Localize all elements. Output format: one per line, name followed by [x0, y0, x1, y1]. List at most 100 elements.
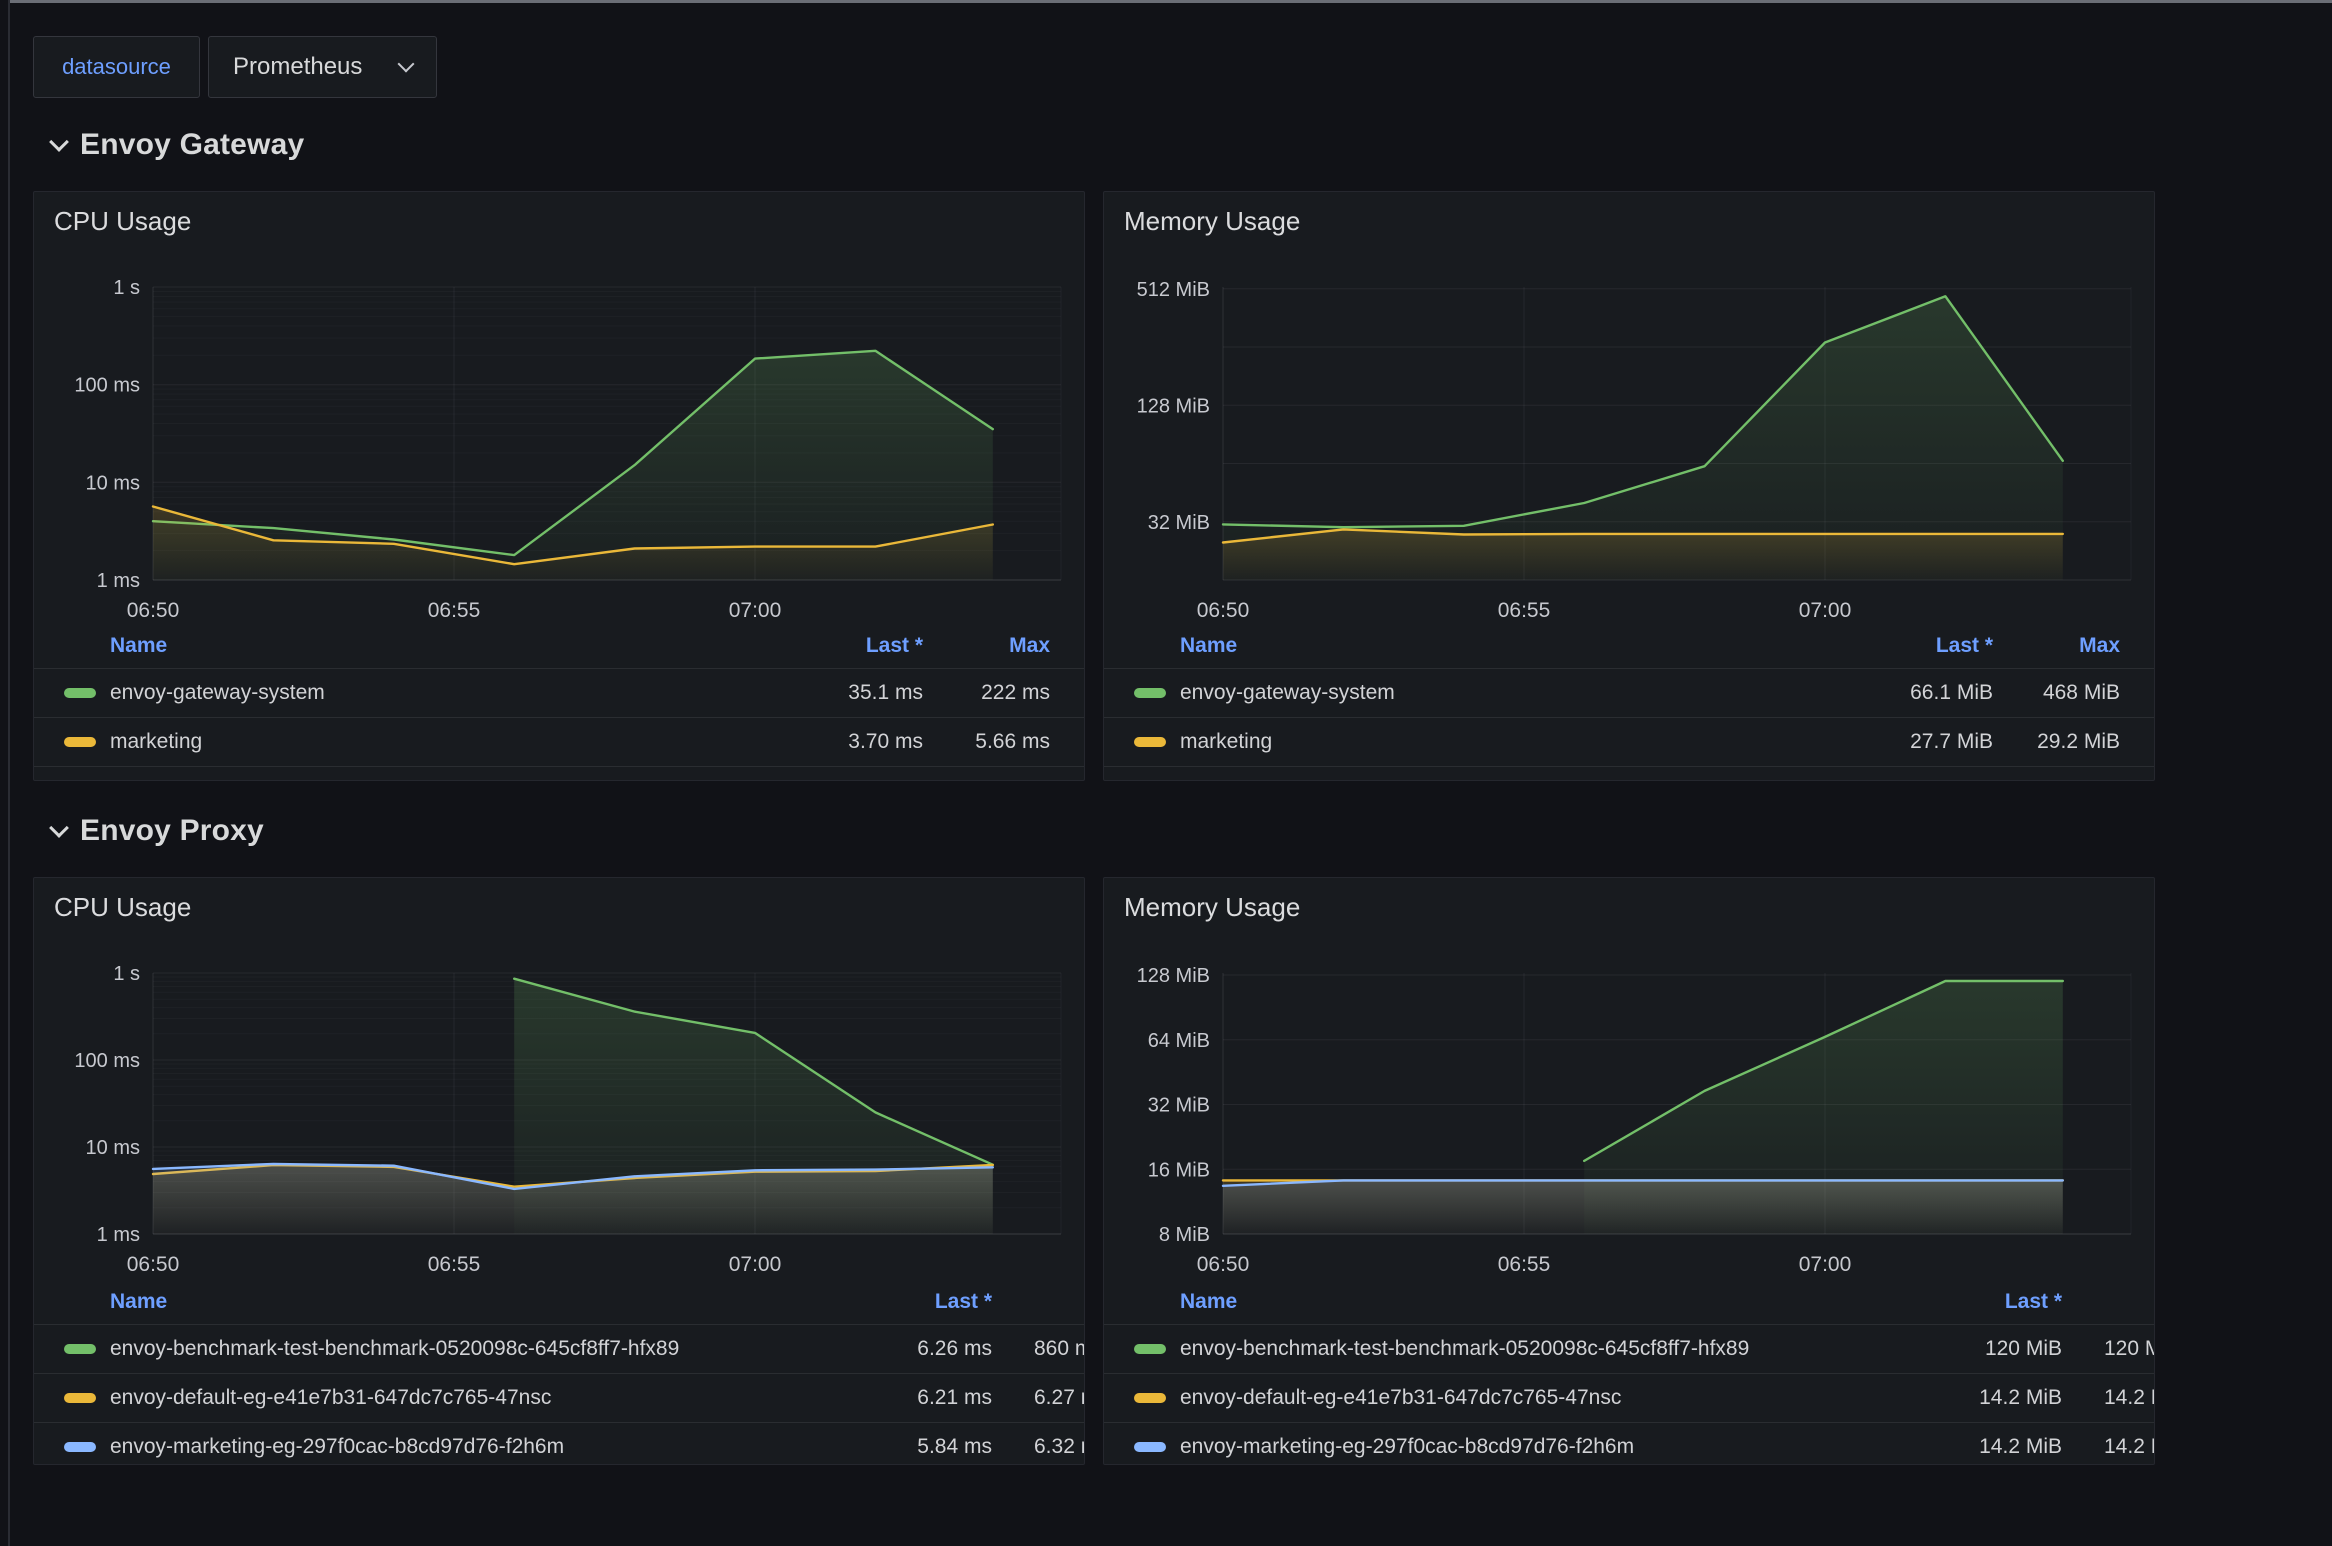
legend-row: marketing 3.70 ms 5.66 ms [34, 717, 1084, 766]
panel-proxy-memory-usage: 128 MiB64 MiB32 MiB16 MiB8 MiB06:5006:55… [1103, 877, 2155, 1465]
svg-text:100 ms: 100 ms [74, 375, 140, 397]
series-color-pill [64, 1393, 96, 1403]
legend-max-value: 14.2 MiB [2104, 1386, 2155, 1410]
legend-row: envoy-gateway-system 66.1 MiB 468 MiB [1104, 668, 2154, 717]
legend-series-name[interactable]: envoy-default-eg-e41e7b31-647dc7c765-47n… [1180, 1386, 1621, 1410]
svg-text:10 ms: 10 ms [86, 472, 140, 494]
svg-text:1 s: 1 s [113, 963, 140, 985]
chevron-down-icon [49, 818, 69, 838]
legend-series-name[interactable]: envoy-benchmark-test-benchmark-0520098c-… [1180, 1337, 1749, 1361]
series-color-pill [1134, 1442, 1166, 1452]
svg-text:07:00: 07:00 [729, 599, 782, 622]
legend-last-value: 5.84 ms [917, 1435, 992, 1459]
legend-series-name[interactable]: envoy-marketing-eg-297f0cac-b8cd97d76-f2… [110, 1435, 564, 1459]
series-color-pill [64, 1442, 96, 1452]
variable-label-chip: datasource [33, 36, 200, 98]
legend-series-name[interactable]: envoy-gateway-system [110, 681, 325, 705]
svg-text:06:50: 06:50 [1197, 599, 1250, 622]
legend-header-name[interactable]: Name [110, 634, 167, 658]
chevron-down-icon [398, 56, 415, 73]
legend-last-value: 6.26 ms [917, 1337, 992, 1361]
legend-header-max[interactable]: Max [2079, 634, 2120, 658]
legend-series-name[interactable]: marketing [110, 730, 202, 754]
legend-header-name[interactable]: Name [1180, 1290, 1237, 1314]
timeseries-chart[interactable]: 1 s 100 ms 10 ms 1 ms 06:50 06:55 07:00 [34, 878, 1085, 1280]
legend-last-value: 3.70 ms [848, 730, 923, 754]
legend-last-value: 35.1 ms [848, 681, 923, 705]
legend-row: envoy-benchmark-test-benchmark-0520098c-… [1104, 1324, 2154, 1373]
legend-row: envoy-default-eg-e41e7b31-647dc7c765-47n… [34, 1373, 1084, 1422]
svg-text:16 MiB: 16 MiB [1148, 1159, 1210, 1181]
svg-text:06:55: 06:55 [428, 1253, 481, 1276]
legend-series-name[interactable]: envoy-benchmark-test-benchmark-0520098c-… [110, 1337, 679, 1361]
svg-text:128 MiB: 128 MiB [1137, 395, 1210, 417]
svg-text:06:55: 06:55 [1498, 1253, 1551, 1276]
legend-row: envoy-marketing-eg-297f0cac-b8cd97d76-f2… [34, 1422, 1084, 1465]
svg-text:128 MiB: 128 MiB [1137, 965, 1210, 987]
legend-header-name[interactable]: Name [1180, 634, 1237, 658]
svg-text:1 ms: 1 ms [97, 570, 140, 592]
legend: Name Last * envoy-benchmark-test-benchma… [1104, 1280, 2154, 1465]
svg-text:512 MiB: 512 MiB [1137, 279, 1210, 301]
legend-last-value: 66.1 MiB [1910, 681, 1993, 705]
panel-title[interactable]: CPU Usage [54, 892, 191, 923]
chevron-down-icon [49, 132, 69, 152]
legend-header-max[interactable]: Max [1009, 634, 1050, 658]
legend-row: envoy-benchmark-test-benchmark-0520098c-… [34, 1324, 1084, 1373]
section-row-envoy-gateway[interactable]: Envoy Gateway [52, 128, 304, 162]
svg-text:06:50: 06:50 [127, 1253, 180, 1276]
legend-max-value: 468 MiB [2043, 681, 2120, 705]
section-row-envoy-proxy[interactable]: Envoy Proxy [52, 814, 264, 848]
series-color-pill [1134, 688, 1166, 698]
panel-title[interactable]: Memory Usage [1124, 206, 1300, 237]
legend-last-value: 27.7 MiB [1910, 730, 1993, 754]
series-color-pill [64, 1344, 96, 1354]
svg-text:07:00: 07:00 [1799, 599, 1852, 622]
svg-text:10 ms: 10 ms [86, 1137, 140, 1159]
legend-max-value: 29.2 MiB [2037, 730, 2120, 754]
legend: Name Last * Max envoy-gateway-system 35.… [34, 624, 1084, 767]
datasource-dropdown[interactable]: Prometheus [208, 36, 437, 98]
legend-series-name[interactable]: marketing [1180, 730, 1272, 754]
legend-series-name[interactable]: envoy-marketing-eg-297f0cac-b8cd97d76-f2… [1180, 1435, 1634, 1459]
section-title: Envoy Proxy [80, 814, 264, 848]
legend-max-value: 6.32 ms [1034, 1435, 1085, 1459]
series-color-pill [1134, 1344, 1166, 1354]
legend-last-value: 120 MiB [1985, 1337, 2062, 1361]
timeseries-chart[interactable]: 512 MiB128 MiB32 MiB06:5006:5507:00 [1104, 192, 2155, 624]
grafana-dashboard: datasource Prometheus Envoy Gateway 1 s1… [0, 0, 2332, 1546]
legend-series-name[interactable]: envoy-default-eg-e41e7b31-647dc7c765-47n… [110, 1386, 551, 1410]
legend-max-value: 120 MiB [2104, 1337, 2155, 1361]
legend-last-value: 6.21 ms [917, 1386, 992, 1410]
legend-header-last[interactable]: Last * [866, 634, 923, 658]
legend-row: envoy-gateway-system 35.1 ms 222 ms [34, 668, 1084, 717]
legend-row: envoy-default-eg-e41e7b31-647dc7c765-47n… [1104, 1373, 2154, 1422]
timeseries-chart[interactable]: 128 MiB64 MiB32 MiB16 MiB8 MiB06:5006:55… [1104, 878, 2155, 1280]
legend: Name Last * Max envoy-gateway-system 66.… [1104, 624, 2154, 767]
legend-header-last[interactable]: Last * [1936, 634, 1993, 658]
svg-text:07:00: 07:00 [729, 1253, 782, 1276]
legend-header-last[interactable]: Last * [935, 1290, 992, 1314]
panel-title[interactable]: Memory Usage [1124, 892, 1300, 923]
legend-max-value: 222 ms [981, 681, 1050, 705]
legend-max-value: 5.66 ms [975, 730, 1050, 754]
legend-divider [1104, 766, 2154, 767]
legend-header: Name Last * [34, 1280, 1084, 1324]
legend-max-value: 6.27 ms [1034, 1386, 1085, 1410]
window-left-edge [8, 0, 10, 1546]
svg-text:100 ms: 100 ms [74, 1050, 140, 1072]
panel-title[interactable]: CPU Usage [54, 206, 191, 237]
legend-row: marketing 27.7 MiB 29.2 MiB [1104, 717, 2154, 766]
legend-header-name[interactable]: Name [110, 1290, 167, 1314]
svg-text:32 MiB: 32 MiB [1148, 512, 1210, 534]
legend-divider [34, 766, 1084, 767]
timeseries-chart[interactable]: 1 s100 ms10 ms1 ms06:5006:5507:00 [34, 192, 1085, 624]
legend-series-name[interactable]: envoy-gateway-system [1180, 681, 1395, 705]
legend-header: Name Last * [1104, 1280, 2154, 1324]
legend-last-value: 14.2 MiB [1979, 1435, 2062, 1459]
legend-header: Name Last * Max [34, 624, 1084, 668]
series-color-pill [1134, 1393, 1166, 1403]
legend-header-last[interactable]: Last * [2005, 1290, 2062, 1314]
series-color-pill [1134, 737, 1166, 747]
svg-text:1 ms: 1 ms [97, 1224, 140, 1246]
